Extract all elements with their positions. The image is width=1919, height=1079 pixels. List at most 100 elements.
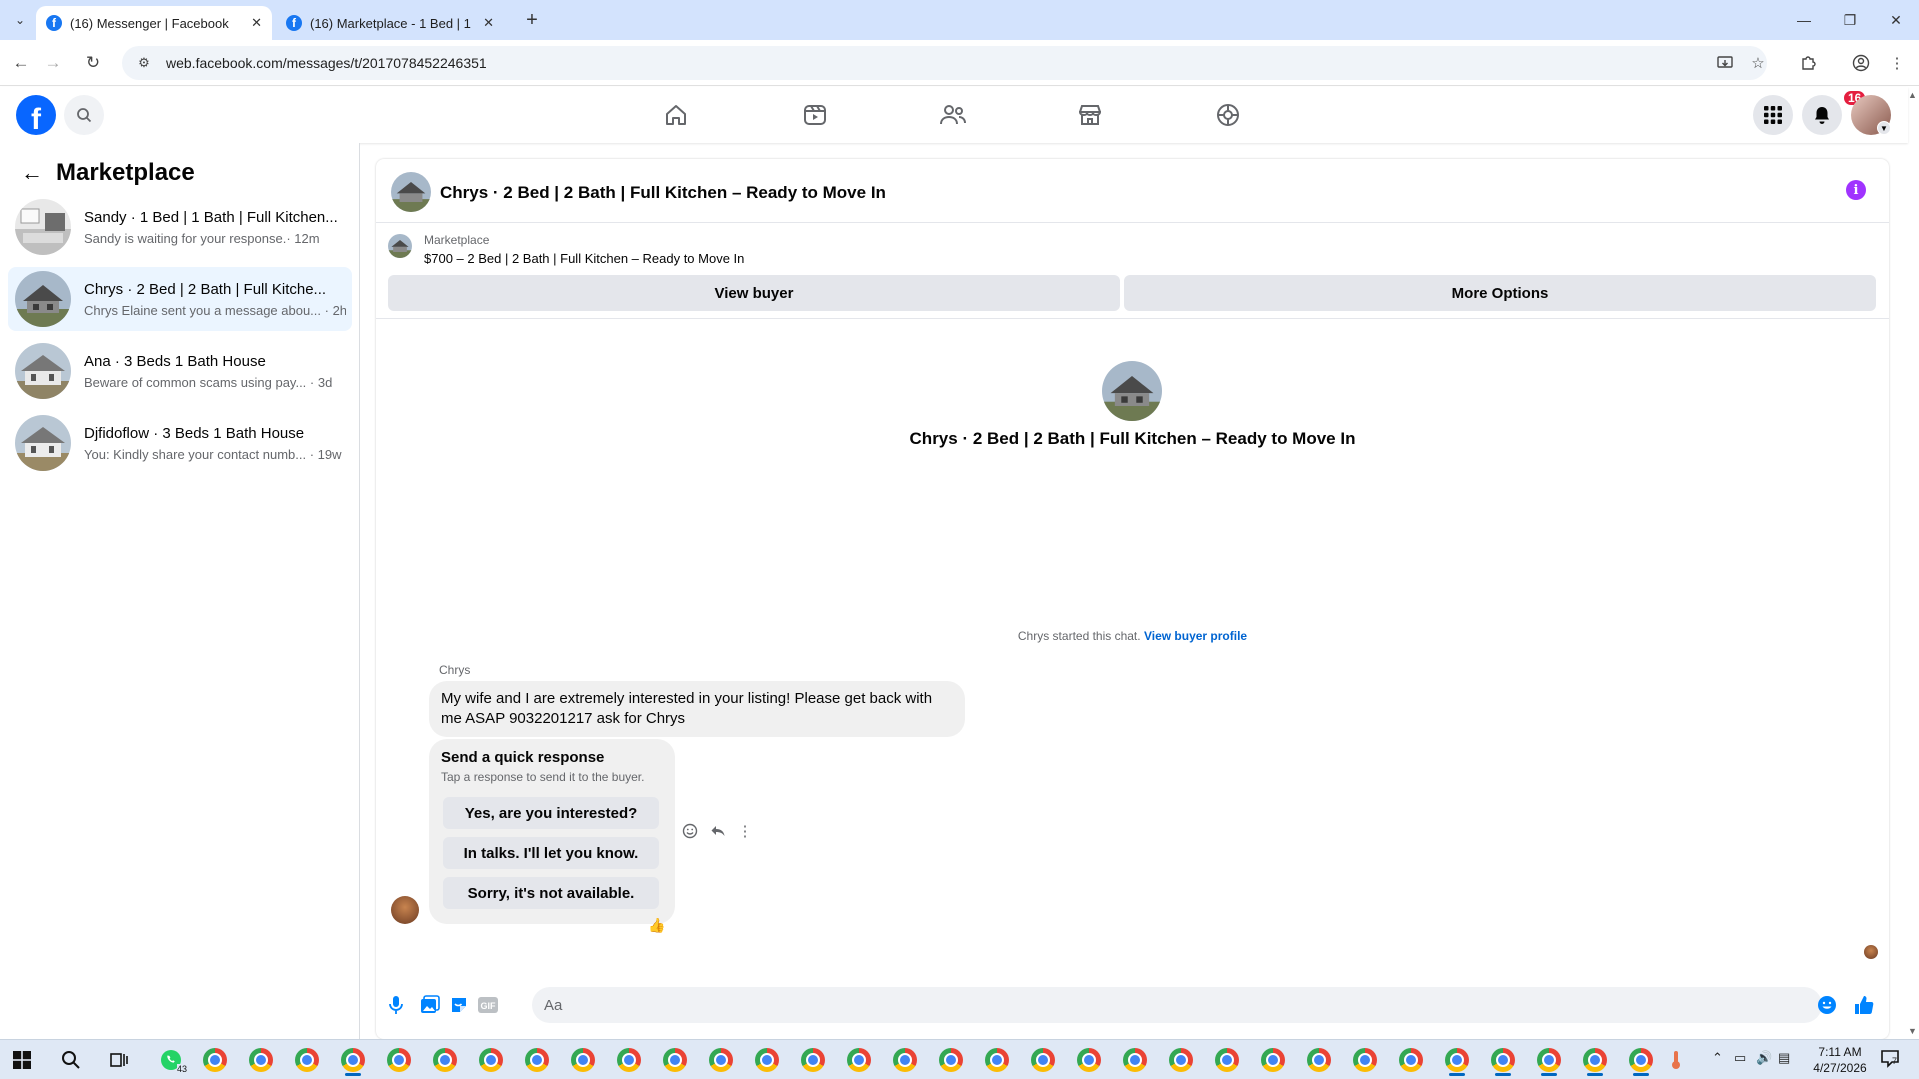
conversation-item-ana[interactable]: Ana · 3 Beds 1 Bath House Beware of comm… — [8, 339, 352, 403]
view-buyer-button[interactable]: View buyer — [388, 275, 1120, 311]
quick-response-yes-button[interactable]: Yes, are you interested? — [443, 797, 659, 829]
restore-window-icon[interactable]: ❐ — [1836, 6, 1864, 34]
chrome-taskbar-icon[interactable] — [889, 1044, 921, 1076]
volume-icon[interactable]: 🔊 — [1756, 1050, 1772, 1066]
sticker-icon[interactable] — [447, 993, 471, 1017]
chrome-taskbar-icon[interactable] — [1119, 1044, 1151, 1076]
chrome-taskbar-icon[interactable] — [797, 1044, 829, 1076]
chrome-taskbar-icon[interactable] — [1441, 1044, 1473, 1076]
chrome-taskbar-icon[interactable] — [383, 1044, 415, 1076]
taskbar-clock[interactable]: 7:11 AM 4/27/2026 — [1800, 1044, 1880, 1076]
chrome-taskbar-icon[interactable] — [1303, 1044, 1335, 1076]
chrome-taskbar-icon[interactable] — [1211, 1044, 1243, 1076]
gaming-icon[interactable] — [1208, 95, 1248, 135]
chrome-taskbar-icon[interactable] — [199, 1044, 231, 1076]
chrome-taskbar-icon[interactable] — [1487, 1044, 1519, 1076]
conversation-item-chrys[interactable]: Chrys · 2 Bed | 2 Bath | Full Kitche... … — [8, 267, 352, 331]
back-arrow-icon[interactable]: ← — [8, 50, 34, 76]
chrome-taskbar-icon[interactable] — [521, 1044, 553, 1076]
notifications-bell-icon[interactable] — [1802, 95, 1842, 135]
quick-response-in-talks-button[interactable]: In talks. I'll let you know. — [443, 837, 659, 869]
browser-menu-kebab-icon[interactable]: ⋮ — [1884, 50, 1910, 76]
microphone-icon[interactable] — [384, 993, 408, 1017]
attach-photo-icon[interactable] — [418, 993, 442, 1017]
menu-grid-icon[interactable] — [1753, 95, 1793, 135]
chrome-taskbar-icon[interactable] — [1625, 1044, 1657, 1076]
marketplace-icon[interactable] — [1070, 95, 1110, 135]
chrome-taskbar-icon[interactable] — [659, 1044, 691, 1076]
chrome-taskbar-icon[interactable] — [1533, 1044, 1565, 1076]
chrome-taskbar-icon[interactable] — [751, 1044, 783, 1076]
listing-price-title[interactable]: $700 – 2 Bed | 2 Bath | Full Kitchen – R… — [424, 251, 744, 266]
react-emoji-icon[interactable] — [679, 820, 701, 842]
show-hidden-icons-chevron-icon[interactable]: ⌃ — [1712, 1050, 1723, 1066]
conversation-info-icon[interactable]: i — [1846, 180, 1866, 200]
network-icon[interactable]: ▤ — [1778, 1050, 1790, 1066]
reply-arrow-icon[interactable] — [707, 820, 729, 842]
chat-listing-avatar[interactable] — [391, 172, 431, 212]
video-icon[interactable] — [795, 95, 835, 135]
chrome-taskbar-icon[interactable] — [705, 1044, 737, 1076]
profile-account-icon[interactable] — [1848, 50, 1874, 76]
new-tab-button[interactable]: + — [520, 8, 544, 32]
search-icon[interactable] — [64, 95, 104, 135]
chrome-taskbar-icon[interactable] — [245, 1044, 277, 1076]
forward-arrow-icon[interactable]: → — [40, 50, 66, 76]
chrome-taskbar-icon[interactable] — [1165, 1044, 1197, 1076]
chrome-taskbar-icon[interactable] — [567, 1044, 599, 1076]
chrome-taskbar-icon[interactable] — [1349, 1044, 1381, 1076]
site-info-icon[interactable]: ⚙ — [130, 55, 158, 71]
conversation-item-djfidoflow[interactable]: Djfidoflow · 3 Beds 1 Bath House You: Ki… — [8, 411, 352, 475]
conversation-item-sandy[interactable]: Sandy · 1 Bed | 1 Bath | Full Kitchen...… — [8, 195, 352, 259]
chrome-taskbar-icon[interactable] — [1073, 1044, 1105, 1076]
chrome-taskbar-icon[interactable] — [613, 1044, 645, 1076]
install-app-icon[interactable] — [1712, 50, 1738, 76]
more-actions-kebab-icon[interactable]: ⋮ — [734, 820, 756, 842]
emoji-picker-icon[interactable] — [1815, 993, 1839, 1017]
whatsapp-icon[interactable]: 43 — [155, 1044, 187, 1076]
bookmark-star-icon[interactable]: ☆ — [1745, 50, 1771, 76]
address-bar[interactable]: ⚙ web.facebook.com/messages/t/2017078452… — [122, 46, 1767, 80]
quick-response-not-available-button[interactable]: Sorry, it's not available. — [443, 877, 659, 909]
sender-avatar[interactable] — [391, 896, 419, 924]
chrome-taskbar-icon[interactable] — [429, 1044, 461, 1076]
chrome-taskbar-icon[interactable] — [1027, 1044, 1059, 1076]
chevron-down-icon[interactable]: ▼ — [1877, 121, 1891, 135]
windows-start-icon[interactable] — [6, 1044, 38, 1076]
scroll-up-arrow-icon[interactable]: ▲ — [1908, 90, 1917, 100]
facebook-logo-icon[interactable]: f — [16, 95, 56, 135]
minimize-window-icon[interactable]: — — [1790, 6, 1818, 34]
battery-icon[interactable]: ▭ — [1734, 1050, 1746, 1066]
incoming-message-bubble[interactable]: My wife and I are extremely interested i… — [429, 681, 965, 737]
chrome-taskbar-icon[interactable] — [843, 1044, 875, 1076]
browser-tab-messenger[interactable]: f (16) Messenger | Facebook ✕ — [36, 6, 272, 40]
tab-list-chevron-icon[interactable]: ⌄ — [8, 8, 32, 32]
browser-tab-marketplace[interactable]: f (16) Marketplace - 1 Bed | 1 Bat ✕ — [276, 6, 504, 40]
chrome-taskbar-icon[interactable] — [337, 1044, 369, 1076]
chat-title[interactable]: Chrys · 2 Bed | 2 Bath | Full Kitchen – … — [440, 183, 886, 203]
chrome-taskbar-icon[interactable] — [1257, 1044, 1289, 1076]
scroll-down-arrow-icon[interactable]: ▼ — [1908, 1026, 1917, 1036]
close-tab-icon[interactable]: ✕ — [483, 15, 494, 31]
reload-icon[interactable]: ↻ — [80, 50, 106, 76]
chrome-taskbar-icon[interactable] — [291, 1044, 323, 1076]
task-view-icon[interactable] — [103, 1044, 135, 1076]
chrome-taskbar-icon[interactable] — [475, 1044, 507, 1076]
notification-center-icon[interactable]: 7 — [1880, 1048, 1900, 1071]
close-tab-icon[interactable]: ✕ — [251, 15, 262, 31]
back-arrow-icon[interactable]: ← — [18, 159, 46, 187]
gif-icon[interactable]: GIF — [476, 993, 500, 1017]
friends-icon[interactable] — [933, 95, 973, 135]
chrome-taskbar-icon[interactable] — [1395, 1044, 1427, 1076]
chrome-taskbar-icon[interactable] — [1579, 1044, 1611, 1076]
close-window-icon[interactable]: ✕ — [1882, 6, 1910, 34]
search-icon[interactable] — [55, 1044, 87, 1076]
more-options-button[interactable]: More Options — [1124, 275, 1876, 311]
home-icon[interactable] — [656, 95, 696, 135]
chrome-taskbar-icon[interactable] — [981, 1044, 1013, 1076]
url-text[interactable]: web.facebook.com/messages/t/201707845224… — [166, 55, 487, 71]
weather-icon[interactable] — [1660, 1044, 1692, 1076]
message-input[interactable] — [532, 987, 1822, 1023]
thumbs-up-send-icon[interactable] — [1852, 993, 1876, 1017]
extensions-puzzle-icon[interactable] — [1795, 50, 1821, 76]
